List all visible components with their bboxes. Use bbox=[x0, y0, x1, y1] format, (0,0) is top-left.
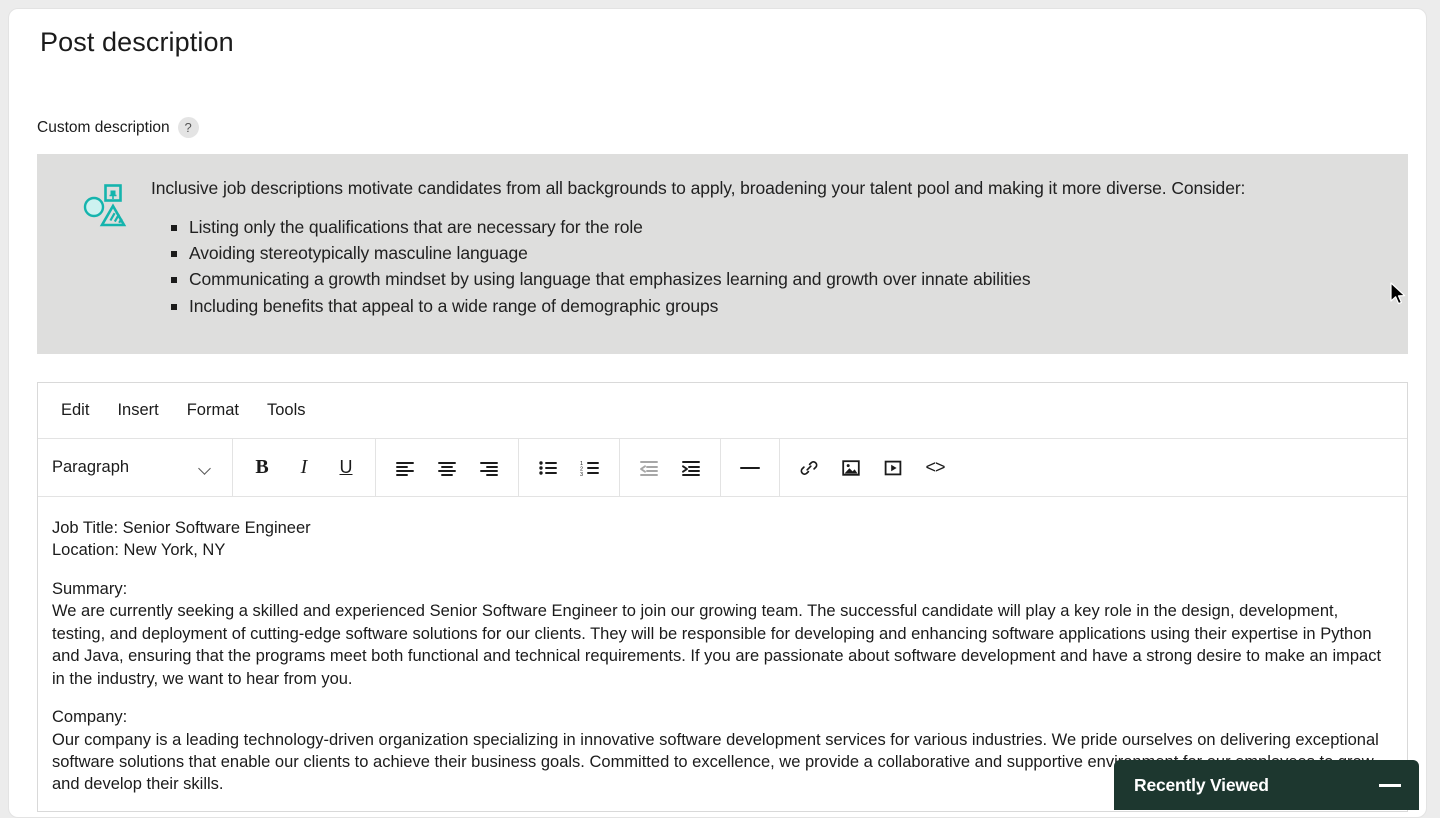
banner-intro-text: Inclusive job descriptions motivate cand… bbox=[151, 178, 1246, 198]
toolbar-group-lists: 1 2 3 bbox=[519, 439, 620, 496]
editor-paragraph-summary: Summary: We are currently seeking a skil… bbox=[52, 578, 1387, 690]
rich-text-editor: Edit Insert Format Tools Paragraph B I U bbox=[37, 382, 1408, 812]
list-item: Communicating a growth mindset by using … bbox=[171, 266, 1388, 292]
format-select[interactable]: Paragraph bbox=[48, 451, 222, 485]
banner-body: Inclusive job descriptions motivate cand… bbox=[151, 178, 1388, 328]
bullet-list-icon[interactable] bbox=[529, 449, 567, 487]
numbered-list-icon[interactable]: 1 2 3 bbox=[571, 449, 609, 487]
toolbar-group-text-style: B I U bbox=[233, 439, 376, 496]
toolbar-group-indent bbox=[620, 439, 721, 496]
list-item: Avoiding stereotypically masculine langu… bbox=[171, 240, 1388, 266]
post-description-card: Post description Custom description ? In… bbox=[8, 8, 1427, 818]
toolbar-group-alignment bbox=[376, 439, 519, 496]
italic-glyph: I bbox=[300, 456, 308, 478]
horizontal-rule-icon[interactable] bbox=[731, 449, 769, 487]
underline-glyph: U bbox=[339, 457, 353, 477]
menu-format[interactable]: Format bbox=[176, 396, 250, 425]
editor-toolbar: Paragraph B I U 1 2 3 <> bbox=[38, 439, 1407, 497]
insert-image-icon[interactable] bbox=[832, 449, 870, 487]
bold-glyph: B bbox=[255, 456, 269, 478]
summary-heading: Summary: bbox=[52, 579, 128, 598]
toolbar-group-format-select: Paragraph bbox=[38, 439, 233, 496]
editor-menubar: Edit Insert Format Tools bbox=[38, 383, 1407, 439]
location-line: Location: New York, NY bbox=[52, 541, 226, 560]
custom-description-label-row: Custom description ? bbox=[37, 117, 199, 138]
underline-icon[interactable]: U bbox=[327, 449, 365, 487]
custom-description-label: Custom description bbox=[37, 118, 170, 136]
align-right-icon[interactable] bbox=[470, 449, 508, 487]
source-code-glyph: <> bbox=[925, 457, 945, 477]
question-mark-icon[interactable]: ? bbox=[177, 117, 199, 138]
decrease-indent-icon[interactable] bbox=[630, 449, 668, 487]
inclusive-shapes-icon bbox=[83, 183, 129, 229]
bold-icon[interactable]: B bbox=[243, 449, 281, 487]
summary-body: We are currently seeking a skilled and e… bbox=[52, 602, 1382, 688]
inclusive-language-banner: Inclusive job descriptions motivate cand… bbox=[37, 154, 1408, 354]
menu-edit[interactable]: Edit bbox=[50, 396, 100, 425]
align-center-icon[interactable] bbox=[428, 449, 466, 487]
recently-viewed-title: Recently Viewed bbox=[1134, 774, 1269, 795]
editor-paragraph-header: Job Title: Senior Software Engineer Loca… bbox=[52, 517, 1387, 562]
page-title: Post description bbox=[40, 27, 234, 57]
italic-icon[interactable]: I bbox=[285, 449, 323, 487]
banner-tip-list: Listing only the qualifications that are… bbox=[151, 214, 1388, 319]
increase-indent-icon[interactable] bbox=[672, 449, 710, 487]
insert-media-icon[interactable] bbox=[874, 449, 912, 487]
list-item: Listing only the qualifications that are… bbox=[171, 214, 1388, 240]
insert-link-icon[interactable] bbox=[790, 449, 828, 487]
list-item: Including benefits that appeal to a wide… bbox=[171, 293, 1388, 319]
menu-tools[interactable]: Tools bbox=[256, 396, 317, 425]
svg-text:3: 3 bbox=[580, 472, 583, 476]
source-code-icon[interactable]: <> bbox=[916, 449, 954, 487]
chevron-down-icon bbox=[199, 464, 212, 472]
toolbar-group-insert: <> bbox=[780, 439, 964, 496]
recently-viewed-panel[interactable]: Recently Viewed bbox=[1114, 760, 1419, 810]
align-left-icon[interactable] bbox=[386, 449, 424, 487]
job-title-line: Job Title: Senior Software Engineer bbox=[52, 519, 311, 537]
format-select-value: Paragraph bbox=[52, 458, 130, 476]
minimize-icon[interactable] bbox=[1379, 783, 1401, 787]
company-heading: Company: bbox=[52, 708, 128, 727]
menu-insert[interactable]: Insert bbox=[106, 396, 169, 425]
toolbar-group-rule bbox=[721, 439, 780, 496]
